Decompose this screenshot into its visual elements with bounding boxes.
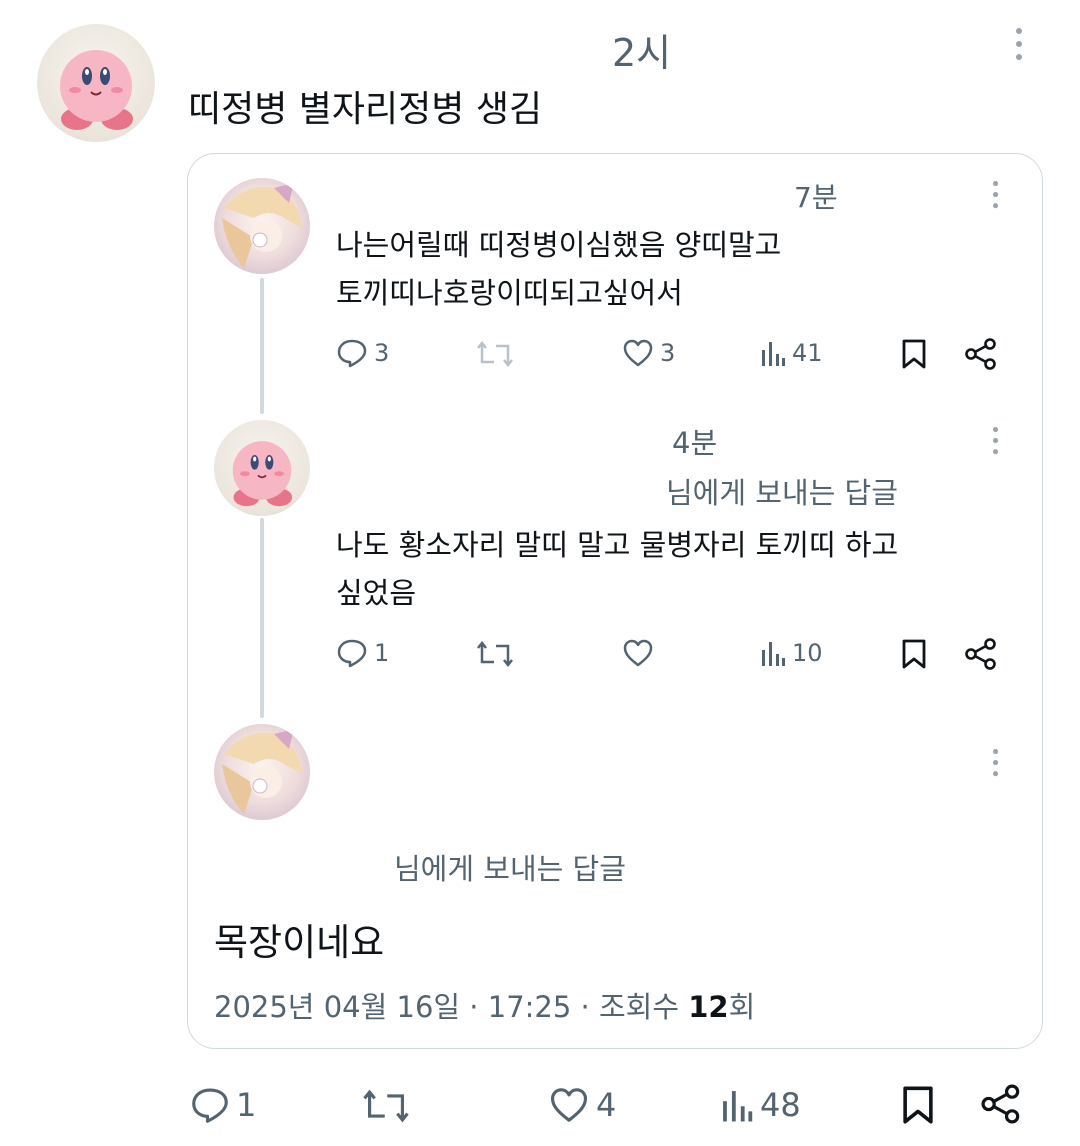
like-icon bbox=[550, 1088, 588, 1122]
main-more-icon[interactable] bbox=[1016, 28, 1024, 64]
reply2-bookmark-button[interactable] bbox=[900, 638, 928, 670]
reply2-reply-button[interactable]: 1 bbox=[336, 638, 389, 668]
share-icon bbox=[981, 1084, 1020, 1124]
share-icon bbox=[965, 638, 996, 670]
main-avatar[interactable] bbox=[37, 24, 155, 142]
reply3-avatar[interactable] bbox=[214, 724, 310, 820]
reply1-like-button[interactable]: 3 bbox=[622, 338, 675, 368]
reply3-reply-to: 님에게 보내는 답글 bbox=[394, 852, 626, 886]
anime-avatar-image bbox=[222, 183, 302, 268]
reply1-more-icon[interactable] bbox=[993, 181, 1000, 212]
bookmark-icon bbox=[902, 639, 926, 669]
reply3-view-count: 12 bbox=[688, 990, 729, 1024]
reply1-text-line2: 토끼띠나호랑이띠되고싶어서 bbox=[336, 276, 683, 310]
reply3-meta-prefix: 2025년 04월 16일 · 17:25 · 조회수 bbox=[214, 990, 689, 1024]
share-icon bbox=[965, 338, 996, 370]
reply-icon bbox=[337, 339, 367, 368]
main-bookmark-button[interactable] bbox=[900, 1084, 936, 1126]
reply-icon bbox=[192, 1088, 228, 1123]
reply2-share-button[interactable] bbox=[964, 638, 998, 670]
like-icon bbox=[623, 339, 653, 367]
reply1-time[interactable]: 7분 bbox=[794, 176, 838, 216]
kirby-avatar-image bbox=[232, 441, 293, 507]
reply1-bookmark-button[interactable] bbox=[900, 338, 928, 370]
reply2-text-line2: 싶었음 bbox=[336, 576, 417, 610]
main-reply-count: 1 bbox=[236, 1086, 257, 1124]
retweet-icon bbox=[477, 640, 513, 668]
like-icon bbox=[623, 639, 653, 667]
reply2-reply-to: 님에게 보내는 답글 bbox=[666, 476, 898, 510]
reply3-text: 목장이네요 bbox=[214, 921, 385, 964]
reply2-retweet-button[interactable] bbox=[476, 640, 514, 668]
anime-avatar-image bbox=[222, 729, 302, 814]
reply1-retweet-button[interactable] bbox=[476, 340, 514, 368]
reply2-time[interactable]: 4분 bbox=[672, 420, 717, 462]
main-tweet-text: 띠정병 별자리정병 생김 bbox=[188, 89, 543, 130]
bookmark-icon bbox=[903, 1086, 933, 1124]
reply3-more-icon[interactable] bbox=[993, 749, 1000, 780]
main-reply-button[interactable]: 1 bbox=[190, 1086, 256, 1124]
reply2-more-icon[interactable] bbox=[993, 427, 1000, 458]
reply1-views-count: 41 bbox=[792, 339, 823, 367]
reply2-reply-count: 1 bbox=[374, 639, 390, 667]
views-icon bbox=[762, 342, 785, 366]
retweet-icon bbox=[477, 340, 513, 368]
reply2-text-line1: 나도 황소자리 말띠 말고 물병자리 토끼띠 하고 bbox=[336, 528, 899, 562]
reply1-reply-count: 3 bbox=[374, 339, 390, 367]
reply3-meta: 2025년 04월 16일 · 17:25 · 조회수 12회 bbox=[214, 984, 755, 1026]
views-icon bbox=[723, 1091, 753, 1122]
main-views-button[interactable]: 48 bbox=[720, 1086, 801, 1124]
reply2-like-button[interactable] bbox=[622, 638, 654, 668]
reply1-share-button[interactable] bbox=[964, 338, 998, 370]
views-icon bbox=[762, 642, 785, 666]
thread-line bbox=[260, 278, 264, 414]
main-share-button[interactable] bbox=[980, 1084, 1022, 1124]
reply1-views-button[interactable]: 41 bbox=[760, 338, 823, 368]
reply1-reply-button[interactable]: 3 bbox=[336, 338, 389, 368]
thread-line bbox=[260, 518, 264, 718]
reply1-like-count: 3 bbox=[660, 339, 676, 367]
reply1-avatar[interactable] bbox=[214, 178, 310, 274]
main-retweet-button[interactable] bbox=[362, 1088, 410, 1124]
bookmark-icon bbox=[902, 339, 926, 369]
reply2-avatar[interactable] bbox=[214, 420, 310, 516]
reply3-meta-suffix: 회 bbox=[728, 990, 756, 1024]
reply1-text-line1: 나는어릴때 띠정병이심했음 양띠말고 bbox=[336, 228, 782, 262]
retweet-icon bbox=[363, 1089, 409, 1123]
main-views-count: 48 bbox=[760, 1086, 801, 1124]
main-like-button[interactable]: 4 bbox=[548, 1086, 616, 1124]
kirby-avatar-image bbox=[60, 50, 133, 130]
reply2-views-count: 10 bbox=[792, 639, 823, 667]
reply-icon bbox=[337, 639, 367, 668]
main-tweet-time[interactable]: 2시 bbox=[612, 22, 671, 77]
reply2-views-button[interactable]: 10 bbox=[760, 638, 823, 668]
main-like-count: 4 bbox=[596, 1086, 617, 1124]
